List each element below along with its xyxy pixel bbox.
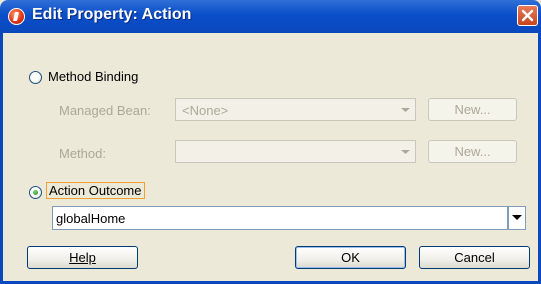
new-managed-bean-button[interactable]: New... [428, 98, 517, 121]
chevron-down-icon [512, 215, 522, 220]
action-outcome-radio[interactable] [29, 186, 42, 199]
chevron-down-icon [401, 108, 410, 112]
close-icon [521, 9, 534, 22]
managed-bean-label: Managed Bean: [59, 103, 151, 118]
action-outcome-dropdown-button[interactable] [508, 206, 526, 230]
app-icon [8, 8, 25, 25]
method-binding-label[interactable]: Method Binding [48, 69, 138, 84]
managed-bean-value: <None> [182, 103, 229, 118]
action-outcome-label[interactable]: Action Outcome [46, 182, 145, 199]
method-combo[interactable] [175, 140, 416, 163]
window-title: Edit Property: Action [32, 6, 192, 23]
managed-bean-combo[interactable]: <None> [175, 98, 416, 121]
method-binding-radio[interactable] [29, 71, 42, 84]
chevron-down-icon [401, 150, 410, 154]
cancel-button[interactable]: Cancel [419, 246, 530, 269]
ok-button[interactable]: OK [295, 246, 406, 269]
close-button[interactable] [517, 5, 538, 26]
method-label: Method: [59, 146, 106, 161]
action-outcome-input[interactable]: globalHome [52, 206, 508, 230]
action-outcome-value: globalHome [56, 211, 126, 226]
help-button[interactable]: Help [27, 246, 138, 269]
title-bar: Edit Property: Action [0, 0, 541, 33]
new-method-button[interactable]: New... [428, 140, 517, 163]
